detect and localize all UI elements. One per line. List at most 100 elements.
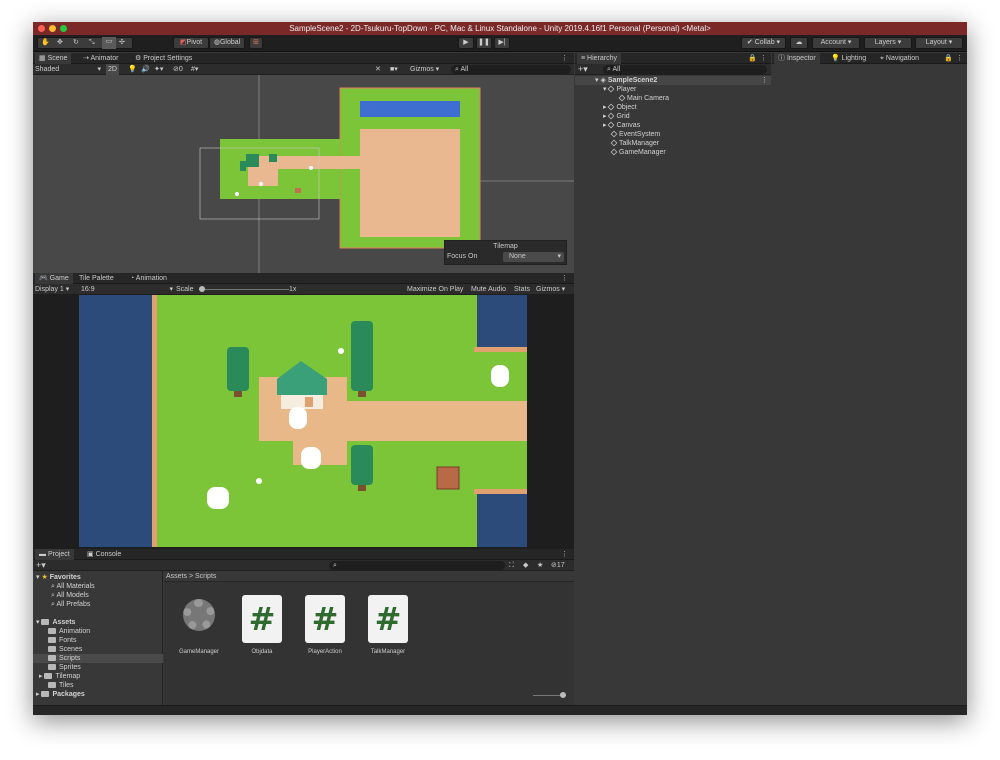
- folder-item[interactable]: Sprites: [48, 663, 81, 672]
- scene-menu-icon[interactable]: ⋮: [761, 76, 768, 85]
- inspector-menu-icon[interactable]: ⋮: [952, 53, 967, 64]
- hierarchy-item-player[interactable]: ▾ Player: [603, 85, 636, 94]
- tab-hierarchy[interactable]: ≡ Hierarchy: [577, 53, 621, 64]
- hierarchy-item-grid[interactable]: ▸ Grid: [603, 112, 630, 121]
- effects-toggle-icon[interactable]: ✦▾: [154, 64, 163, 75]
- favorite-item[interactable]: ⌕ All Materials: [51, 582, 95, 591]
- create-asset-button[interactable]: +▾: [36, 560, 46, 571]
- collab-dropdown[interactable]: ✔ Collab ▾: [741, 37, 786, 49]
- pause-button[interactable]: ❚❚: [476, 37, 492, 49]
- tab-game[interactable]: 🎮 Game: [35, 273, 73, 284]
- audio-toggle-icon[interactable]: 🔊: [141, 64, 150, 75]
- asset-talkmanager[interactable]: # TalkManager: [366, 595, 410, 655]
- layers-dropdown[interactable]: Layers ▾: [864, 37, 912, 49]
- folder-item[interactable]: Scenes: [48, 645, 82, 654]
- custom-tool-icon[interactable]: ✣: [119, 38, 125, 48]
- gizmos-dropdown[interactable]: Gizmos ▾: [410, 64, 439, 75]
- favorites-star-icon[interactable]: ★: [537, 560, 543, 571]
- breadcrumb-assets[interactable]: Assets: [166, 573, 187, 580]
- maximize-on-play-toggle[interactable]: Maximize On Play: [407, 284, 463, 295]
- hierarchy-item-object[interactable]: ▸ Object: [603, 103, 637, 112]
- stats-toggle[interactable]: Stats: [514, 284, 530, 295]
- scene-search-input[interactable]: ⌕ All: [451, 65, 571, 74]
- mute-audio-toggle[interactable]: Mute Audio: [471, 284, 506, 295]
- play-button[interactable]: ▶: [458, 37, 474, 49]
- tab-scene[interactable]: ▦ Scene: [35, 53, 72, 64]
- scale-tool-icon[interactable]: ⤡: [89, 38, 95, 48]
- game-viewport[interactable]: [79, 295, 527, 547]
- rotate-tool-icon[interactable]: ↻: [73, 38, 79, 48]
- hidden-objects-toggle[interactable]: ⊘0: [173, 64, 183, 75]
- asset-objdata[interactable]: # Objdata: [240, 595, 284, 655]
- scale-slider[interactable]: [199, 284, 289, 295]
- breadcrumb-scripts[interactable]: Scripts: [195, 573, 216, 580]
- zoom-window-button[interactable]: [60, 25, 67, 32]
- close-window-button[interactable]: [38, 25, 45, 32]
- asset-label: Objdata: [251, 649, 273, 655]
- tab-lighting[interactable]: 💡 Lighting: [827, 53, 870, 64]
- folder-item[interactable]: Animation: [48, 627, 90, 636]
- shading-mode-dropdown[interactable]: Shaded ▾: [35, 64, 101, 75]
- tab-inspector[interactable]: ⓘ Inspector: [774, 53, 820, 64]
- tilemap-overlay: Tilemap Focus On None ▾: [444, 240, 567, 265]
- packages-folder[interactable]: ▸ Packages: [36, 690, 85, 699]
- game-panel: 🎮 Game Tile Palette ◔ Animation ⋮ Displa…: [33, 273, 574, 549]
- project-panel-menu-icon[interactable]: ⋮: [557, 549, 572, 560]
- favorite-item[interactable]: ⌕ All Models: [51, 591, 89, 600]
- create-object-button[interactable]: +▾: [578, 64, 588, 75]
- display-dropdown[interactable]: Display 1 ▾: [35, 284, 69, 295]
- folder-item[interactable]: ▸ Tilemap: [39, 672, 80, 681]
- hierarchy-item-canvas[interactable]: ▸ Canvas: [603, 121, 640, 130]
- tools-icon[interactable]: ✕: [375, 64, 381, 75]
- icon-size-slider-handle[interactable]: [560, 692, 566, 698]
- folder-item[interactable]: Fonts: [48, 636, 77, 645]
- global-button[interactable]: ◍Global: [209, 37, 245, 49]
- hierarchy-search-input[interactable]: ⌕ All: [603, 65, 767, 74]
- game-panel-menu-icon[interactable]: ⋮: [557, 273, 572, 284]
- account-dropdown[interactable]: Account ▾: [812, 37, 860, 49]
- scene-root[interactable]: ▾ ◈ SampleScene2: [575, 76, 771, 85]
- move-tool-icon[interactable]: ✥: [57, 38, 63, 48]
- focus-on-dropdown[interactable]: None ▾: [503, 252, 564, 262]
- 2d-mode-toggle[interactable]: 2D: [106, 64, 119, 75]
- hierarchy-item-gamemanager[interactable]: GameManager: [610, 148, 666, 157]
- favorites-header[interactable]: ▾ ★ Favorites: [36, 573, 81, 582]
- cloud-button[interactable]: ☁: [790, 37, 808, 49]
- tab-console[interactable]: ▣ Console: [83, 549, 125, 560]
- tab-animator[interactable]: ⇢ Animator: [79, 53, 122, 64]
- search-by-label-icon[interactable]: ◆: [523, 560, 528, 571]
- step-button[interactable]: ▶|: [494, 37, 510, 49]
- layout-dropdown[interactable]: Layout ▾: [915, 37, 963, 49]
- pivot-button[interactable]: ◩Pivot: [173, 37, 209, 49]
- asset-gamemanager[interactable]: GameManager: [177, 595, 221, 655]
- camera-icon[interactable]: ■▾: [390, 64, 398, 75]
- folder-item-selected[interactable]: Scripts: [33, 654, 163, 663]
- tab-project-settings[interactable]: ⚙ Project Settings: [131, 53, 196, 64]
- icon-size-slider[interactable]: [533, 695, 563, 696]
- scene-panel-menu-icon[interactable]: ⋮: [557, 53, 572, 64]
- hierarchy-menu-icon[interactable]: ⋮: [756, 53, 771, 64]
- tab-tile-palette[interactable]: Tile Palette: [75, 273, 118, 284]
- hierarchy-item-eventsystem[interactable]: EventSystem: [610, 130, 660, 139]
- hidden-packages-toggle[interactable]: ⊘17: [551, 560, 565, 571]
- snap-grid-button[interactable]: ⊞: [249, 37, 263, 49]
- rect-tool-icon[interactable]: ▭: [102, 37, 116, 49]
- game-gizmos-dropdown[interactable]: Gizmos ▾: [536, 284, 565, 295]
- favorite-item[interactable]: ⌕ All Prefabs: [51, 600, 90, 609]
- search-by-type-icon[interactable]: ⛶: [509, 560, 514, 571]
- assets-folder[interactable]: ▾ Assets: [36, 618, 75, 627]
- tab-animation[interactable]: ◔ Animation: [126, 273, 171, 284]
- scale-slider-handle[interactable]: [199, 286, 205, 292]
- folder-item[interactable]: Tiles: [48, 681, 74, 690]
- hierarchy-item-talkmanager[interactable]: TalkManager: [610, 139, 659, 148]
- tab-project[interactable]: ▬ Project: [35, 549, 74, 560]
- hierarchy-item-main-camera[interactable]: Main Camera: [618, 94, 669, 103]
- grid-toggle-icon[interactable]: #▾: [191, 64, 198, 75]
- lighting-toggle-icon[interactable]: 💡: [128, 64, 137, 75]
- asset-playeraction[interactable]: # PlayerAction: [303, 595, 347, 655]
- minimize-window-button[interactable]: [49, 25, 56, 32]
- project-search-input[interactable]: ⌕: [329, 561, 505, 570]
- tab-navigation[interactable]: ⌖ Navigation: [876, 53, 923, 64]
- hand-tool-icon[interactable]: ✋: [41, 38, 50, 48]
- aspect-dropdown[interactable]: 16:9 ▾: [81, 284, 173, 295]
